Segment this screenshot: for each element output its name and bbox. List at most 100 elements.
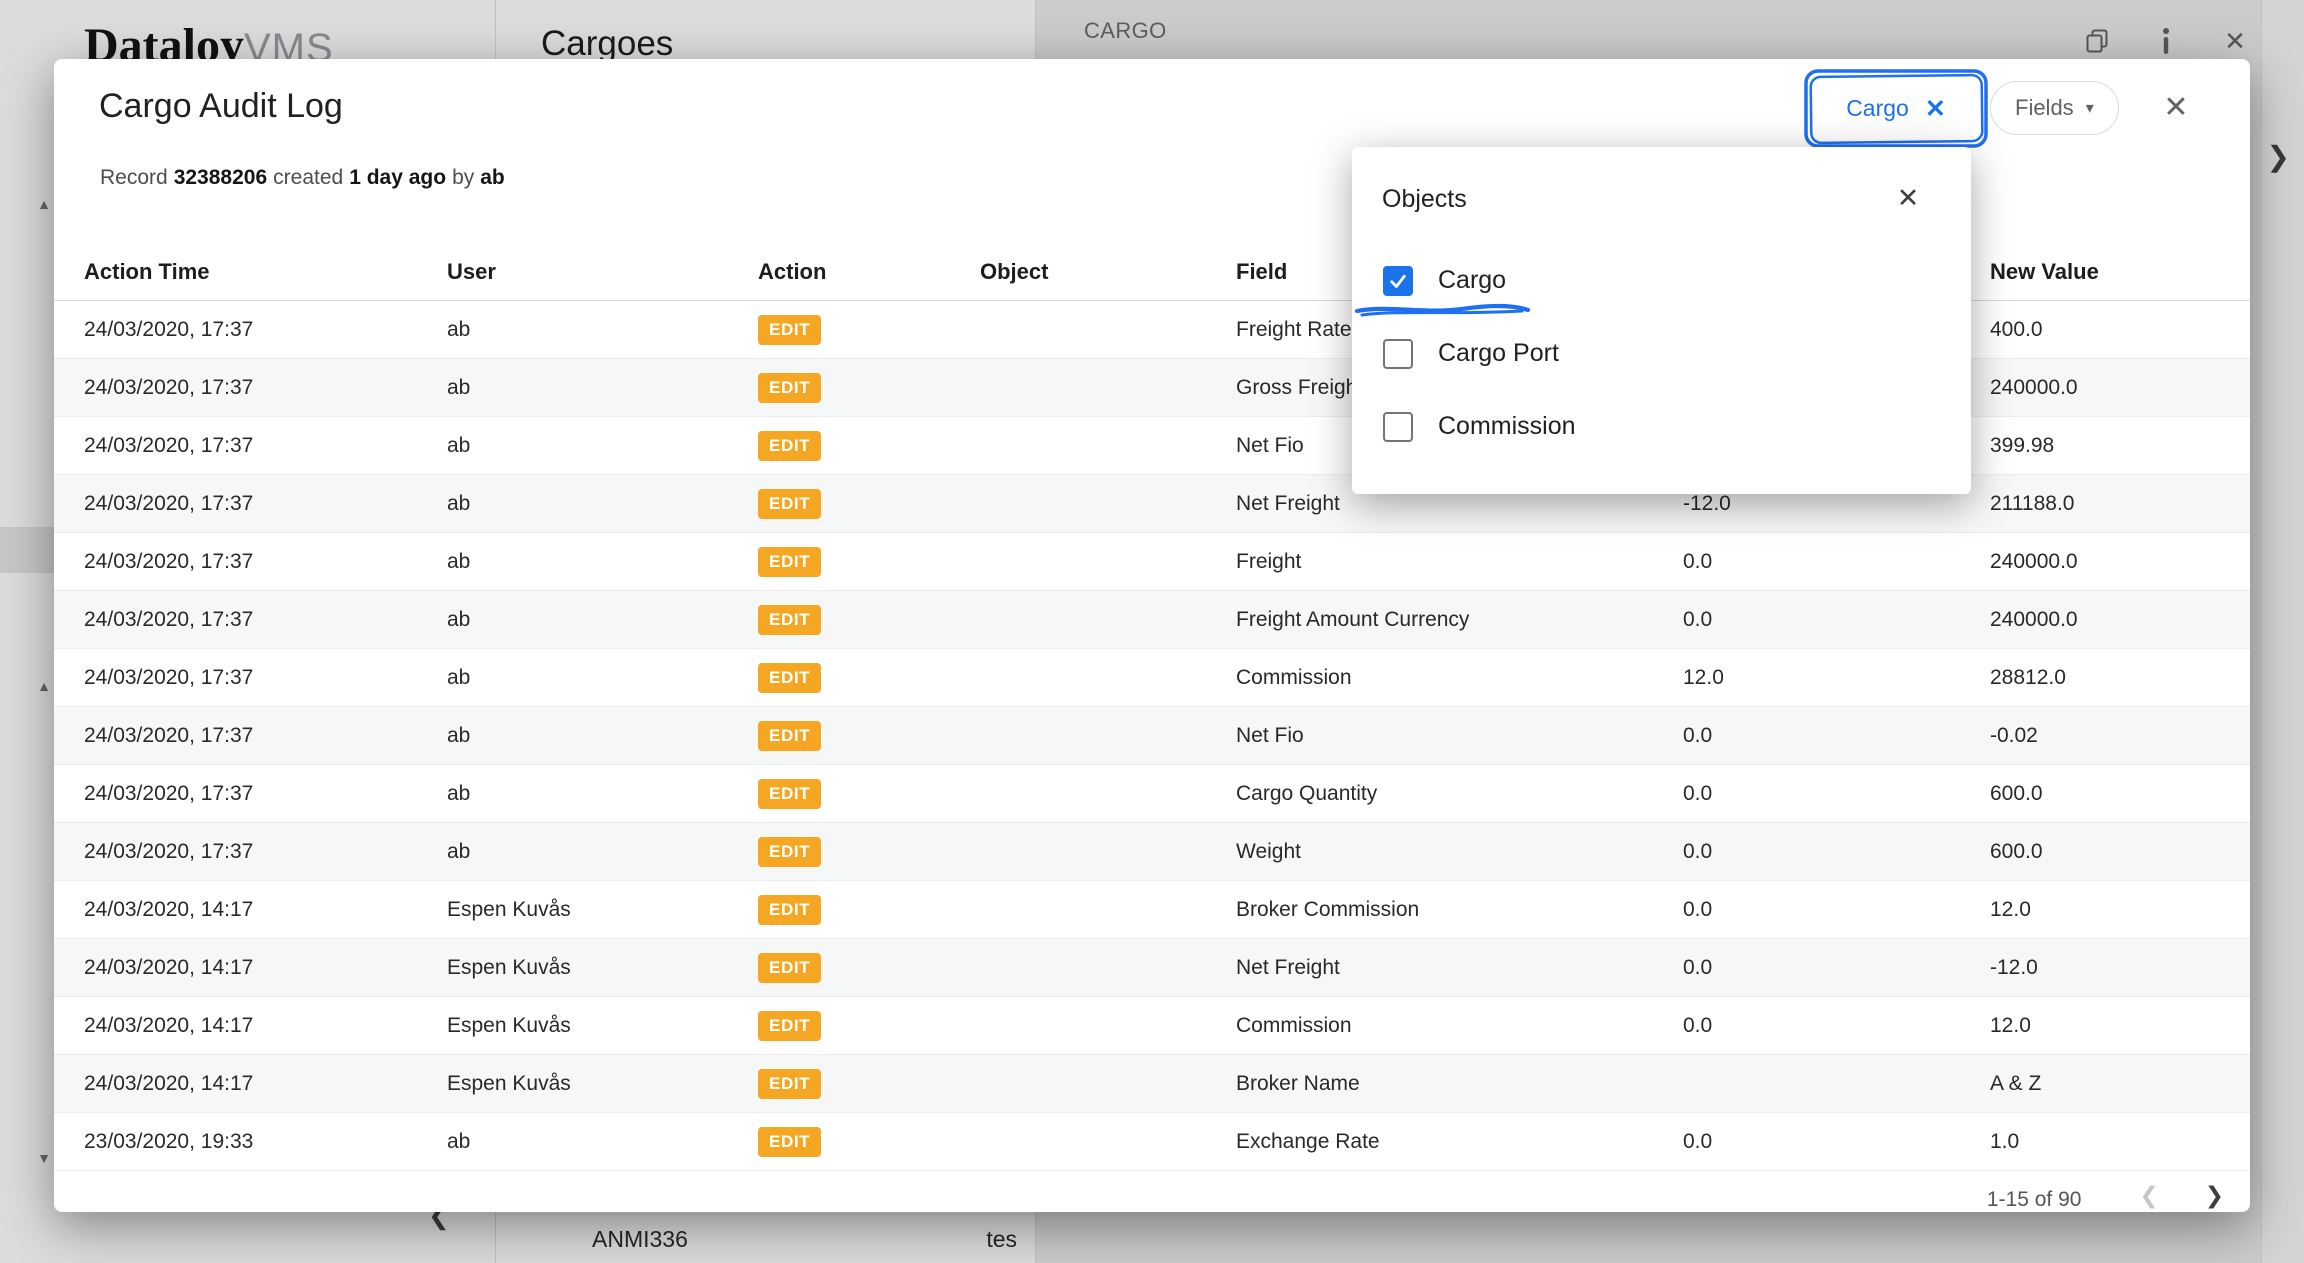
cell-new-value: 600.0 (1990, 840, 2220, 864)
table-row: 24/03/2020, 17:37 ab EDIT Freight 0.0 24… (54, 533, 2250, 591)
checkbox[interactable] (1383, 339, 1413, 369)
table-row: 24/03/2020, 17:37 ab EDIT Net Fio 0.0 -0… (54, 707, 2250, 765)
cell-user: ab (447, 608, 758, 632)
by-word: by (452, 166, 474, 189)
cell-new-value: 399.98 (1990, 434, 2220, 458)
record-label: Record (100, 166, 168, 189)
edit-action-badge: EDIT (758, 489, 821, 519)
dialog-close-icon[interactable]: ✕ (2152, 83, 2200, 131)
table-row: 24/03/2020, 14:17 Espen Kuvås EDIT Net F… (54, 939, 2250, 997)
cell-action-time: 23/03/2020, 19:33 (84, 1130, 447, 1154)
cell-new-value: -12.0 (1990, 956, 2220, 980)
cell-user: ab (447, 376, 758, 400)
table-row: 24/03/2020, 17:37 ab EDIT Cargo Quantity… (54, 765, 2250, 823)
popup-title: Objects (1382, 185, 1467, 214)
cell-new-value: 400.0 (1990, 318, 2220, 342)
cell-new-value: -0.02 (1990, 724, 2220, 748)
cell-user: ab (447, 434, 758, 458)
cell-action-time: 24/03/2020, 17:37 (84, 492, 447, 516)
edit-action-badge: EDIT (758, 663, 821, 693)
object-checkbox-item[interactable]: Commission (1352, 390, 1971, 463)
cell-old-value: -12.0 (1683, 492, 1990, 516)
cell-new-value: 240000.0 (1990, 376, 2220, 400)
page-next-icon[interactable]: ❯ (2205, 1182, 2224, 1209)
table-row: 24/03/2020, 14:17 Espen Kuvås EDIT Broke… (54, 1055, 2250, 1113)
object-checkbox-item[interactable]: Cargo (1352, 244, 1971, 317)
cell-old-value: 0.0 (1683, 898, 1990, 922)
cell-old-value: 12.0 (1683, 666, 1990, 690)
cell-new-value: 240000.0 (1990, 550, 2220, 574)
cell-field: Commission (1236, 1014, 1683, 1038)
edit-action-badge: EDIT (758, 605, 821, 635)
cell-field: Weight (1236, 840, 1683, 864)
cell-user: Espen Kuvås (447, 1014, 758, 1038)
record-age: 1 day ago (349, 166, 446, 189)
cell-new-value: 28812.0 (1990, 666, 2220, 690)
col-object: Object (980, 259, 1236, 285)
cell-new-value: 211188.0 (1990, 492, 2220, 516)
cell-old-value: 0.0 (1683, 724, 1990, 748)
cell-field: Broker Name (1236, 1072, 1683, 1096)
screen: DataloyVMS ▲ ▲ ▼ ❮ Cargoes ANMI336 tes C… (0, 0, 2304, 1263)
fields-dropdown-button[interactable]: Fields ▾ (1990, 81, 2119, 135)
checkbox[interactable] (1383, 412, 1413, 442)
cell-action-time: 24/03/2020, 14:17 (84, 1072, 447, 1096)
cell-action-time: 24/03/2020, 17:37 (84, 608, 447, 632)
table-row: 24/03/2020, 14:17 Espen Kuvås EDIT Broke… (54, 881, 2250, 939)
edit-action-badge: EDIT (758, 779, 821, 809)
cell-field: Net Freight (1236, 492, 1683, 516)
cell-new-value: 240000.0 (1990, 608, 2220, 632)
cell-new-value: 12.0 (1990, 898, 2220, 922)
edit-action-badge: EDIT (758, 895, 821, 925)
record-id: 32388206 (174, 166, 267, 189)
edit-action-badge: EDIT (758, 547, 821, 577)
annotation-underline (1354, 302, 1532, 318)
col-action: Action (758, 259, 980, 285)
cell-user: ab (447, 1130, 758, 1154)
cell-action-time: 24/03/2020, 14:17 (84, 898, 447, 922)
table-row: 24/03/2020, 14:17 Espen Kuvås EDIT Commi… (54, 997, 2250, 1055)
objects-popup: Objects ✕ Cargo Cargo Port (1352, 147, 1971, 494)
created-word: created (273, 166, 343, 189)
chip-remove-icon[interactable]: ✕ (1925, 94, 1946, 124)
cell-field: Commission (1236, 666, 1683, 690)
fields-button-label: Fields (2015, 95, 2074, 121)
cell-field: Net Fio (1236, 724, 1683, 748)
edit-action-badge: EDIT (758, 315, 821, 345)
cell-user: ab (447, 318, 758, 342)
edit-action-badge: EDIT (758, 1069, 821, 1099)
col-new-value: New Value (1990, 259, 2220, 285)
cell-field: Cargo Quantity (1236, 782, 1683, 806)
cell-user: ab (447, 492, 758, 516)
pagination-range: 1-15 of 90 (1987, 1188, 2082, 1212)
cell-action-time: 24/03/2020, 17:37 (84, 318, 447, 342)
cell-old-value: 0.0 (1683, 550, 1990, 574)
table-row: 24/03/2020, 17:37 ab EDIT Weight 0.0 600… (54, 823, 2250, 881)
cell-new-value: 600.0 (1990, 782, 2220, 806)
dialog-title: Cargo Audit Log (99, 87, 343, 126)
edit-action-badge: EDIT (758, 1127, 821, 1157)
chip-label[interactable]: Cargo (1846, 95, 1909, 122)
cell-new-value: 1.0 (1990, 1130, 2220, 1154)
cell-action-time: 24/03/2020, 17:37 (84, 550, 447, 574)
cell-field: Broker Commission (1236, 898, 1683, 922)
cell-user: Espen Kuvås (447, 898, 758, 922)
object-checkbox-item[interactable]: Cargo Port (1352, 317, 1971, 390)
cell-new-value: A & Z (1990, 1072, 2220, 1096)
col-user: User (447, 259, 758, 285)
cell-old-value: 0.0 (1683, 840, 1990, 864)
edit-action-badge: EDIT (758, 837, 821, 867)
cell-action-time: 24/03/2020, 14:17 (84, 956, 447, 980)
cell-action-time: 24/03/2020, 17:37 (84, 376, 447, 400)
cargo-filter-chip[interactable]: Cargo ✕ (1802, 66, 1990, 151)
table-row: 24/03/2020, 17:37 ab EDIT Freight Amount… (54, 591, 2250, 649)
checkbox[interactable] (1383, 266, 1413, 296)
page-previous-icon[interactable]: ❮ (2139, 1182, 2158, 1209)
cell-old-value: 0.0 (1683, 782, 1990, 806)
check-icon (1387, 270, 1409, 292)
cell-user: ab (447, 840, 758, 864)
popup-close-icon[interactable]: ✕ (1887, 177, 1929, 219)
cell-field: Exchange Rate (1236, 1130, 1683, 1154)
object-label: Cargo Port (1438, 339, 1559, 368)
cell-old-value: 0.0 (1683, 608, 1990, 632)
